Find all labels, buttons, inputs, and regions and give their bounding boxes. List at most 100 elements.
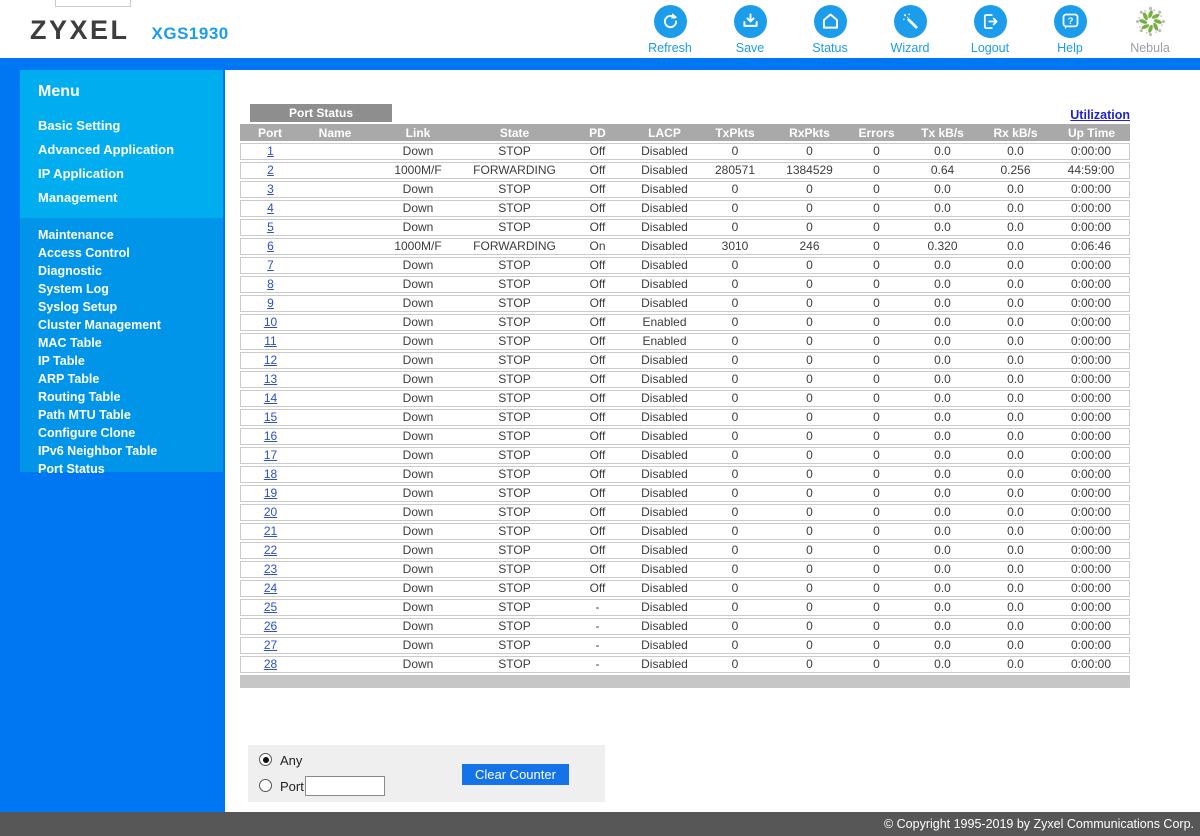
port-link[interactable]: 23	[264, 562, 277, 576]
port-link[interactable]: 20	[264, 505, 277, 519]
table-row: 10 Down STOP Off Enabled 0 0 0 0.0 0.0 0:00:00	[240, 314, 1130, 331]
port-link[interactable]: 7	[267, 258, 274, 272]
cell-state: STOP	[466, 637, 563, 654]
cell-tx-kb-s: 0.0	[907, 561, 978, 578]
sidebar-item-cluster-management[interactable]: Cluster Management	[38, 316, 223, 334]
cell-link: Down	[370, 428, 466, 445]
sidebar-item-mac-table[interactable]: MAC Table	[38, 334, 223, 352]
cell-link: Down	[370, 542, 466, 559]
clear-counter-button[interactable]: Clear Counter	[462, 764, 569, 785]
table-row: 20 Down STOP Off Disabled 0 0 0 0.0 0.0 0:00:00	[240, 504, 1130, 521]
sidebar-item-ip-table[interactable]: IP Table	[38, 352, 223, 370]
cell-pd: Off	[563, 314, 632, 331]
port-link[interactable]: 5	[267, 220, 274, 234]
port-link[interactable]: 12	[264, 353, 277, 367]
toolbar-button-refresh[interactable]: Refresh	[642, 5, 698, 55]
port-link[interactable]: 26	[264, 619, 277, 633]
port-link[interactable]: 19	[264, 486, 277, 500]
table-row: 1 Down STOP Off Disabled 0 0 0 0.0 0.0 0:00:00	[240, 143, 1130, 160]
port-link[interactable]: 6	[267, 239, 274, 253]
cell-lacp: Disabled	[632, 200, 697, 217]
sidebar-item-path-mtu-table[interactable]: Path MTU Table	[38, 406, 223, 424]
port-link[interactable]: 18	[264, 467, 277, 481]
sidebar-item-system-log[interactable]: System Log	[38, 280, 223, 298]
cell-tx-kb-s: 0.0	[907, 143, 978, 160]
port-link[interactable]: 17	[264, 448, 277, 462]
port-link[interactable]: 21	[264, 524, 277, 538]
sidebar-item-advanced-application[interactable]: Advanced Application	[38, 138, 223, 162]
sidebar-item-routing-table[interactable]: Routing Table	[38, 388, 223, 406]
toolbar-button-logout[interactable]: Logout	[962, 5, 1018, 55]
sidebar-item-diagnostic[interactable]: Diagnostic	[38, 262, 223, 280]
port-link[interactable]: 10	[264, 315, 277, 329]
port-link[interactable]: 1	[267, 144, 274, 158]
cell-txpkts: 0	[697, 200, 773, 217]
sidebar-item-port-status[interactable]: Port Status	[38, 460, 223, 478]
cell-name	[300, 143, 370, 160]
sidebar-item-basic-setting[interactable]: Basic Setting	[38, 114, 223, 138]
cell-errors: 0	[846, 333, 907, 350]
toolbar-label: Status	[812, 41, 848, 55]
port-link[interactable]: 28	[264, 657, 277, 671]
port-link[interactable]: 27	[264, 638, 277, 652]
cell-txpkts: 0	[697, 371, 773, 388]
port-link[interactable]: 11	[264, 334, 276, 348]
radio-any[interactable]	[259, 753, 272, 766]
toolbar-button-save[interactable]: Save	[722, 5, 778, 55]
port-link[interactable]: 8	[267, 277, 274, 291]
sidebar-item-access-control[interactable]: Access Control	[38, 244, 223, 262]
cell-rx-kb-s: 0.0	[978, 257, 1053, 274]
port-link[interactable]: 24	[264, 581, 277, 595]
cell-lacp: Disabled	[632, 618, 697, 635]
sidebar-item-ip-application[interactable]: IP Application	[38, 162, 223, 186]
toolbar-button-nebula[interactable]: Nebula	[1122, 5, 1178, 55]
cell-state: STOP	[466, 257, 563, 274]
cell-link: Down	[370, 523, 466, 540]
utilization-link[interactable]: Utilization	[1070, 108, 1130, 122]
sidebar-item-arp-table[interactable]: ARP Table	[38, 370, 223, 388]
port-link[interactable]: 13	[264, 372, 277, 386]
cell-pd: Off	[563, 181, 632, 198]
cell-errors: 0	[846, 295, 907, 312]
port-link[interactable]: 25	[264, 600, 277, 614]
table-row: 4 Down STOP Off Disabled 0 0 0 0.0 0.0 0:00:00	[240, 200, 1130, 217]
cell-rxpkts: 0	[773, 561, 846, 578]
table-row: 5 Down STOP Off Disabled 0 0 0 0.0 0.0 0:00:00	[240, 219, 1130, 236]
cell-link: Down	[370, 200, 466, 217]
cell-port: 12	[240, 352, 300, 369]
cell-pd: Off	[563, 523, 632, 540]
sidebar-item-ipv6-neighbor-table[interactable]: IPv6 Neighbor Table	[38, 442, 223, 460]
sidebar-item-configure-clone[interactable]: Configure Clone	[38, 424, 223, 442]
cell-up-time: 0:00:00	[1053, 295, 1130, 312]
cell-rxpkts: 0	[773, 200, 846, 217]
cell-errors: 0	[846, 200, 907, 217]
column-header-tx-kb-s: Tx kB/s	[907, 124, 978, 141]
toolbar-button-help[interactable]: ? Help	[1042, 5, 1098, 55]
port-link[interactable]: 22	[264, 543, 277, 557]
cell-up-time: 0:00:00	[1053, 466, 1130, 483]
cell-name	[300, 580, 370, 597]
toolbar-button-status[interactable]: Status	[802, 5, 858, 55]
port-link[interactable]: 15	[264, 410, 277, 424]
cell-rxpkts: 0	[773, 599, 846, 616]
tab-port-status[interactable]: Port Status	[250, 104, 392, 122]
cell-lacp: Disabled	[632, 447, 697, 464]
column-header-pd: PD	[563, 124, 632, 141]
port-link[interactable]: 3	[267, 182, 274, 196]
cell-up-time: 0:00:00	[1053, 371, 1130, 388]
port-link[interactable]: 14	[264, 391, 277, 405]
port-link[interactable]: 4	[267, 201, 274, 215]
toolbar-button-wizard[interactable]: Wizard	[882, 5, 938, 55]
port-number-input[interactable]	[305, 776, 385, 796]
cell-name	[300, 618, 370, 635]
radio-port[interactable]	[259, 779, 272, 792]
sidebar-item-syslog-setup[interactable]: Syslog Setup	[38, 298, 223, 316]
sidebar-item-maintenance[interactable]: Maintenance	[38, 226, 223, 244]
port-link[interactable]: 9	[267, 296, 274, 310]
cell-tx-kb-s: 0.0	[907, 580, 978, 597]
column-header-link: Link	[370, 124, 466, 141]
cell-lacp: Disabled	[632, 238, 697, 255]
port-link[interactable]: 16	[264, 429, 277, 443]
sidebar-item-management[interactable]: Management	[38, 186, 223, 210]
port-link[interactable]: 2	[267, 163, 274, 177]
